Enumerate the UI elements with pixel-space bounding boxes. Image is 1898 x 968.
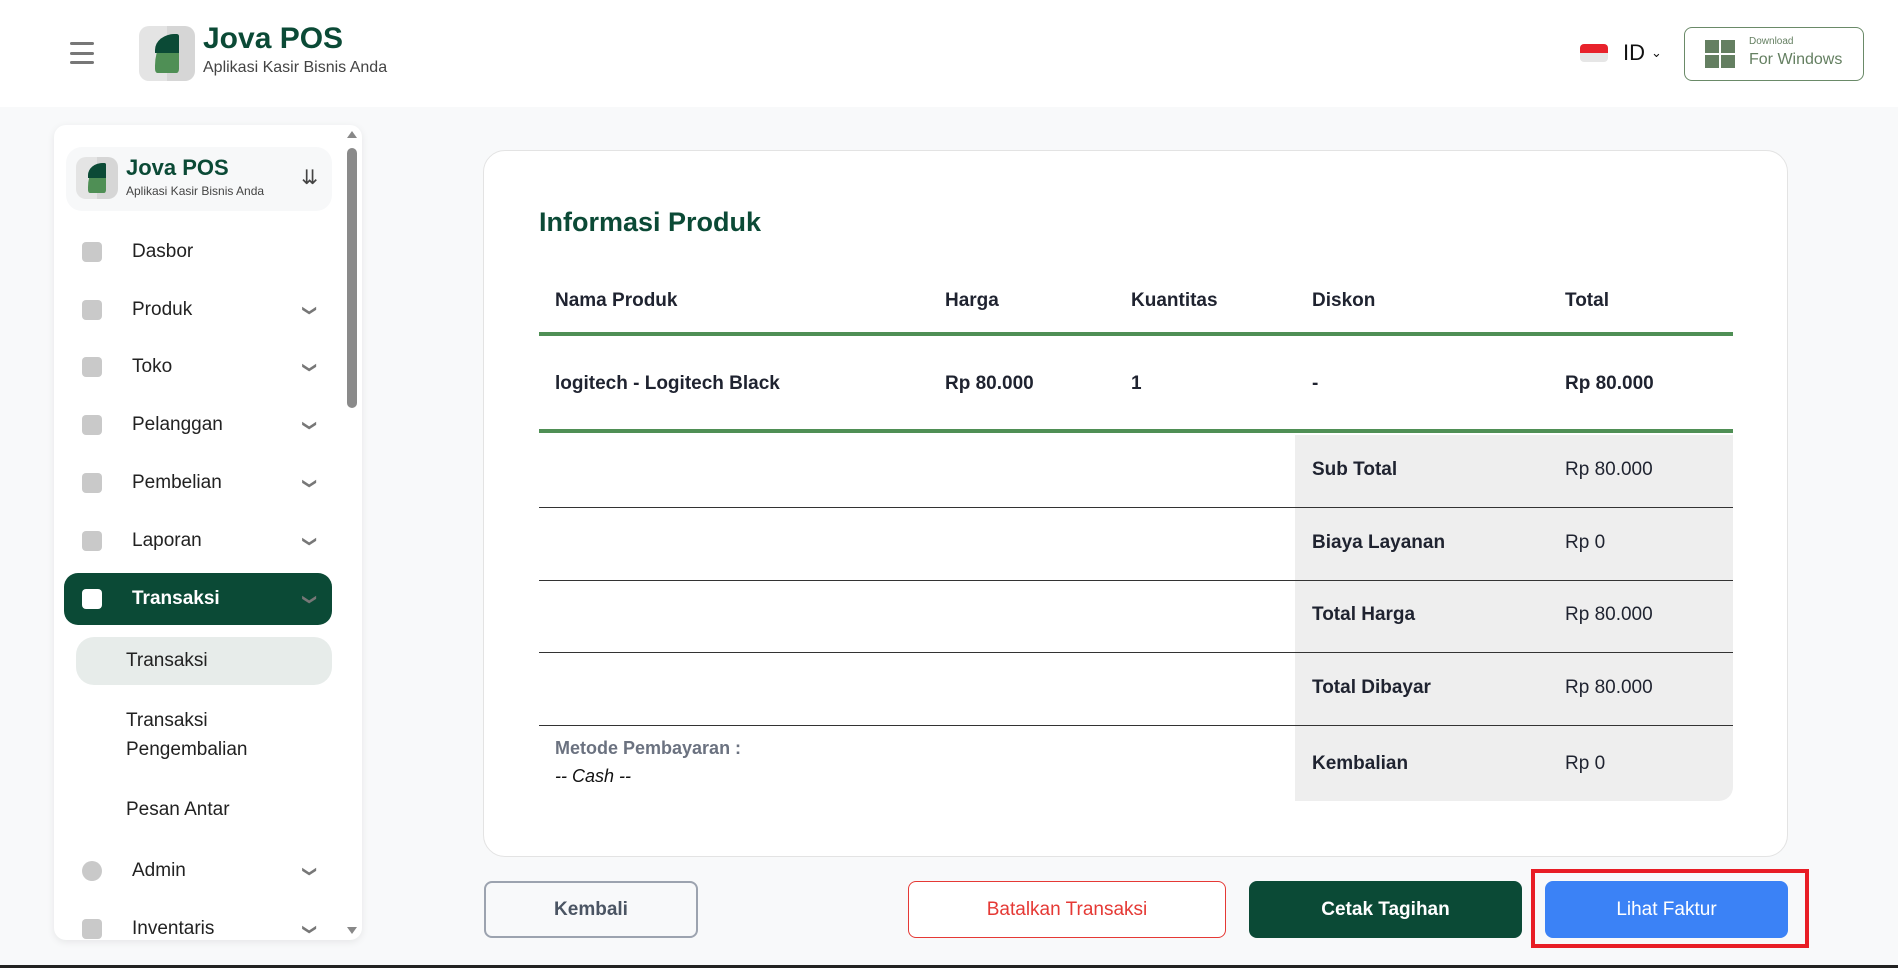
summary-label: Sub Total (1312, 459, 1398, 480)
collapse-sidebar-icon[interactable]: ⇊ (301, 165, 318, 190)
inventory-icon (82, 919, 102, 939)
chevron-down-icon: ❯ (302, 593, 319, 605)
user-circle-icon (82, 861, 102, 881)
chevron-down-icon: ❯ (302, 865, 319, 877)
nav-label: Pelanggan (132, 414, 223, 435)
divider (539, 507, 1733, 508)
sidebar-item-toko[interactable]: Toko ❯ (64, 341, 332, 393)
logo-icon (76, 157, 118, 199)
indonesia-flag-icon (1580, 44, 1608, 62)
table-cell: Rp 80.000 (1565, 373, 1654, 394)
sidebar-item-pembelian[interactable]: Pembelian ❯ (64, 457, 332, 509)
divider (539, 580, 1733, 581)
language-selector[interactable]: ID ⌄ (1623, 40, 1662, 66)
nav-label: Produk (132, 299, 193, 320)
download-platform: For Windows (1749, 51, 1843, 68)
users-icon (82, 415, 102, 435)
chevron-down-icon: ❯ (302, 477, 319, 489)
column-header: Nama Produk (555, 290, 678, 311)
windows-icon (1705, 40, 1735, 68)
nav-label: Transaksi (132, 588, 220, 609)
sidebar: Jova POS Aplikasi Kasir Bisnis Anda ⇊ Da… (54, 125, 362, 940)
brand-name: Jova POS (203, 22, 344, 55)
download-label: Download (1749, 36, 1794, 47)
summary-value: Rp 80.000 (1565, 677, 1653, 698)
summary-value: Rp 80.000 (1565, 459, 1653, 480)
column-header: Diskon (1312, 290, 1376, 311)
print-bill-button[interactable]: Cetak Tagihan (1249, 881, 1522, 938)
top-header: Jova POS Aplikasi Kasir Bisnis Anda ID ⌄ … (0, 0, 1898, 107)
sidebar-item-pelanggan[interactable]: Pelanggan ❯ (64, 399, 332, 451)
subitem-pesan-antar[interactable]: Pesan Antar (76, 795, 332, 824)
chevron-down-icon: ❯ (302, 304, 319, 316)
menu-icon[interactable] (70, 42, 94, 64)
column-header: Total (1565, 290, 1609, 311)
nav-label: Pembelian (132, 472, 222, 493)
summary-value: Rp 80.000 (1565, 604, 1653, 625)
subitem-transaksi[interactable]: Transaksi (76, 637, 332, 685)
dashboard-icon (82, 242, 102, 262)
language-code: ID (1623, 40, 1645, 65)
chevron-down-icon: ❯ (302, 535, 319, 547)
shopping-bag-icon (82, 473, 102, 493)
sidebar-scrollbar[interactable] (345, 125, 359, 940)
sidebar-item-admin[interactable]: Admin ❯ (64, 845, 332, 897)
sidebar-brand-tagline: Aplikasi Kasir Bisnis Anda (126, 184, 265, 198)
report-icon (82, 531, 102, 551)
summary-value: Rp 0 (1565, 753, 1606, 774)
sidebar-brand-name: Jova POS (126, 155, 229, 180)
receipt-icon (82, 589, 102, 609)
summary-label: Kembalian (1312, 753, 1409, 774)
box-icon (82, 300, 102, 320)
table-cell: Rp 80.000 (945, 373, 1034, 394)
nav-label: Inventaris (132, 918, 215, 939)
table-cell: - (1312, 373, 1319, 394)
table-cell: logitech - Logitech Black (555, 373, 780, 394)
chevron-down-icon: ⌄ (1651, 45, 1662, 60)
logo-icon (139, 26, 195, 81)
summary-label: Total Harga (1312, 604, 1416, 625)
summary-label: Biaya Layanan (1312, 532, 1446, 553)
cancel-transaction-button[interactable]: Batalkan Transaksi (908, 881, 1226, 938)
payment-method-value: -- Cash -- (555, 766, 631, 786)
sidebar-item-laporan[interactable]: Laporan ❯ (64, 515, 332, 567)
sidebar-item-transaksi[interactable]: Transaksi ❯ (64, 573, 332, 625)
payment-method-label: Metode Pembayaran : (555, 738, 742, 758)
nav-label: Admin (132, 860, 186, 881)
chevron-down-icon: ❯ (302, 419, 319, 431)
sidebar-item-dasbor[interactable]: Dasbor (64, 226, 332, 278)
divider (539, 332, 1733, 336)
subitem-transaksi-pengembalian[interactable]: Transaksi Pengembalian (76, 706, 286, 764)
download-windows-button[interactable]: Download For Windows (1684, 27, 1864, 81)
column-header: Kuantitas (1131, 290, 1218, 311)
chevron-down-icon: ❯ (302, 923, 319, 935)
store-icon (82, 357, 102, 377)
brand-tagline: Aplikasi Kasir Bisnis Anda (203, 59, 388, 76)
nav-label: Laporan (132, 530, 202, 551)
chevron-down-icon: ❯ (302, 361, 319, 373)
nav-label: Dasbor (132, 241, 194, 262)
divider (539, 429, 1733, 433)
sidebar-item-produk[interactable]: Produk ❯ (64, 284, 332, 336)
nav-label: Toko (132, 356, 173, 377)
summary-value: Rp 0 (1565, 532, 1606, 553)
divider (539, 725, 1733, 726)
summary-label: Total Dibayar (1312, 677, 1431, 698)
highlight-box (1531, 869, 1809, 948)
page-title: Informasi Produk (539, 207, 762, 237)
divider (539, 652, 1733, 653)
sidebar-brand: Jova POS Aplikasi Kasir Bisnis Anda ⇊ (66, 147, 332, 211)
table-cell: 1 (1131, 373, 1142, 394)
back-button[interactable]: Kembali (484, 881, 698, 938)
sidebar-item-inventaris[interactable]: Inventaris ❯ (64, 903, 332, 940)
column-header: Harga (945, 290, 999, 311)
